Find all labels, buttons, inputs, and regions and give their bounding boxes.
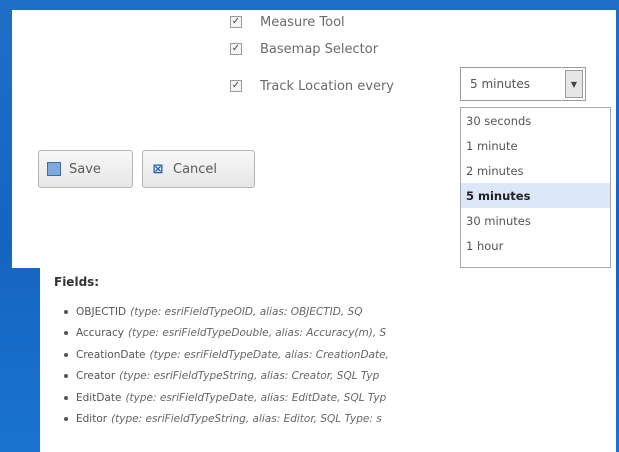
bullet-icon [64, 352, 68, 357]
list-item: CreationDate (type: esriFieldTypeDate, a… [64, 344, 389, 366]
option-track-location[interactable]: ✓ Track Location every [230, 75, 394, 97]
track-location-label: Track Location every [260, 78, 394, 94]
field-name: OBJECTID [76, 305, 127, 318]
field-description: (type: esriFieldTypeDate, alias: Creatio… [149, 348, 389, 361]
list-item: Editor (type: esriFieldTypeString, alias… [64, 409, 389, 431]
basemap-selector-checkbox[interactable]: ✓ [230, 43, 242, 55]
field-description: (type: esriFieldTypeOID, alias: OBJECTID… [130, 305, 363, 318]
dropdown-option[interactable]: 30 minutes [461, 208, 610, 233]
field-name: EditDate [76, 391, 122, 404]
field-description: (type: esriFieldTypeString, alias: Edito… [111, 413, 382, 426]
track-interval-select[interactable]: 5 minutes ▼ [460, 67, 586, 101]
bullet-icon [64, 309, 68, 314]
dropdown-option[interactable]: 30 seconds [461, 108, 610, 133]
cancel-button-label: Cancel [173, 161, 218, 177]
field-name: Creator [76, 370, 116, 383]
track-interval-dropdown: 30 seconds 1 minute 2 minutes 5 minutes … [460, 107, 611, 268]
dropdown-option-selected[interactable]: 5 minutes [461, 183, 610, 208]
save-button[interactable]: Save [38, 150, 133, 188]
dropdown-option[interactable]: 1 minute [461, 133, 610, 158]
measure-tool-checkbox[interactable]: ✓ [230, 16, 242, 28]
disk-icon [47, 162, 61, 176]
field-name: Editor [76, 413, 108, 426]
settings-panel: ✓ Measure Tool ✓ Basemap Selector ✓ Trac… [12, 10, 616, 268]
track-interval-value: 5 minutes [470, 77, 531, 91]
cancel-icon: ⊠ [152, 161, 164, 177]
basemap-selector-label: Basemap Selector [260, 41, 379, 57]
field-description: (type: esriFieldTypeDate, alias: EditDat… [125, 391, 387, 404]
track-location-checkbox[interactable]: ✓ [230, 80, 242, 92]
list-item: OBJECTID (type: esriFieldTypeOID, alias:… [64, 301, 389, 323]
dropdown-option[interactable]: 1 hour [461, 233, 610, 258]
option-basemap-selector[interactable]: ✓ Basemap Selector [230, 38, 378, 60]
fields-heading: Fields: [54, 275, 100, 289]
bullet-icon [64, 331, 68, 336]
list-item: Accuracy (type: esriFieldTypeDouble, ali… [64, 323, 389, 345]
measure-tool-label: Measure Tool [260, 14, 345, 30]
bullet-icon [64, 417, 68, 422]
field-name: CreationDate [76, 348, 146, 361]
field-list: OBJECTID (type: esriFieldTypeOID, alias:… [64, 301, 389, 430]
list-item: EditDate (type: esriFieldTypeDate, alias… [64, 387, 389, 409]
fields-panel: Fields: OBJECTID (type: esriFieldTypeOID… [40, 268, 616, 452]
save-button-label: Save [69, 161, 101, 177]
option-measure-tool[interactable]: ✓ Measure Tool [230, 11, 345, 33]
field-name: Accuracy [76, 327, 124, 340]
field-description: (type: esriFieldTypeString, alias: Creat… [119, 370, 380, 383]
dropdown-option[interactable]: 2 minutes [461, 158, 610, 183]
list-item: Creator (type: esriFieldTypeString, alia… [64, 366, 389, 388]
chevron-down-icon[interactable]: ▼ [565, 70, 583, 98]
bullet-icon [64, 374, 68, 379]
cancel-button[interactable]: ⊠ Cancel [142, 150, 255, 188]
field-description: (type: esriFieldTypeDouble, alias: Accur… [127, 327, 387, 340]
bullet-icon [64, 395, 68, 400]
